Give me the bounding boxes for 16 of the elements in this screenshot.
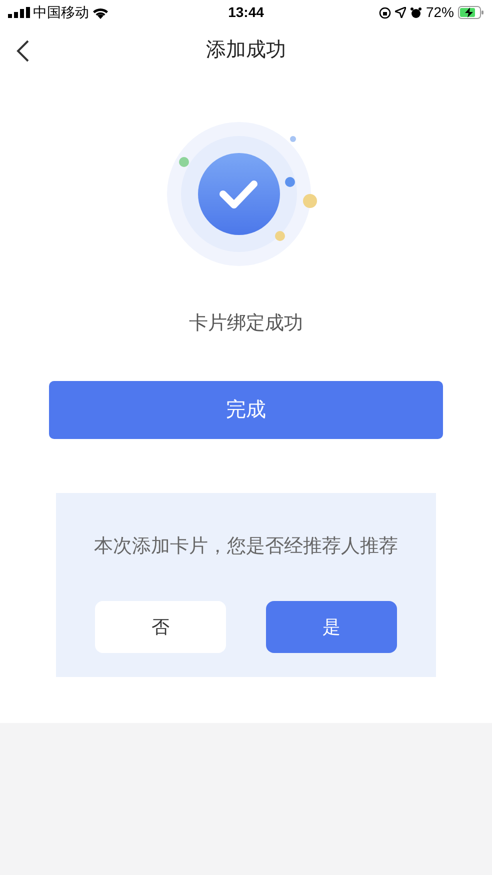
orientation-lock-icon: [378, 6, 391, 18]
carrier-name: 中国移动: [33, 3, 89, 22]
clock-time: 13:44: [228, 3, 264, 22]
yes-button[interactable]: 是: [266, 601, 397, 653]
location-arrow-icon: [394, 7, 406, 18]
battery-percent: 72%: [426, 3, 454, 22]
battery-charging-icon: [458, 6, 484, 19]
success-message: 卡片绑定成功: [189, 312, 303, 336]
referral-question: 本次添加卡片，您是否经推荐人推荐: [94, 534, 398, 558]
no-button[interactable]: 否: [95, 601, 226, 653]
wifi-icon: [92, 6, 109, 18]
alarm-icon: [410, 6, 422, 18]
done-button[interactable]: 完成: [49, 380, 443, 438]
page-title: 添加成功: [206, 38, 286, 63]
back-icon[interactable]: [16, 40, 30, 62]
signal-icon: [8, 7, 30, 18]
